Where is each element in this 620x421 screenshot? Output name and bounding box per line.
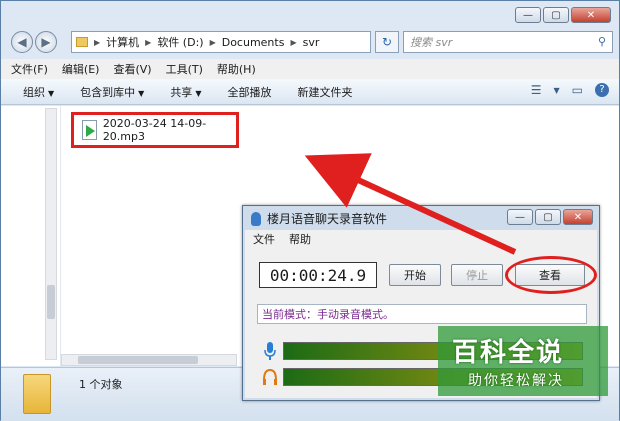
headphones-icon bbox=[263, 368, 277, 385]
maximize-button[interactable]: ▢ bbox=[543, 7, 569, 23]
microphone-icon bbox=[264, 342, 276, 360]
watermark-subtitle: 助你轻松解决 bbox=[468, 373, 564, 389]
file-name: 2020-03-24 14-09-20.mp3 bbox=[102, 117, 207, 143]
chevron-down-icon[interactable]: ▼ bbox=[554, 86, 560, 95]
new-folder-button[interactable]: 新建文件夹 bbox=[297, 84, 352, 100]
mode-status: 当前模式：手动录音模式。 bbox=[257, 304, 587, 324]
chevron-right-icon: ▶ bbox=[94, 37, 101, 47]
recorder-window-controls: — ▢ ✕ bbox=[507, 209, 593, 225]
preview-pane-icon[interactable]: ▭ bbox=[572, 83, 583, 97]
recorder-menu-help[interactable]: 帮助 bbox=[289, 231, 311, 247]
breadcrumb-drive[interactable]: 软件 (D:) bbox=[157, 34, 203, 50]
organize-button[interactable]: 组织 ▼ bbox=[23, 84, 54, 100]
back-arrow-icon: ◀ bbox=[17, 35, 27, 49]
folder-icon bbox=[23, 374, 51, 414]
view-options-icon[interactable]: ☰ bbox=[531, 83, 542, 97]
menu-bar: 文件(F) 编辑(E) 查看(V) 工具(T) 帮助(H) bbox=[1, 59, 619, 79]
recorder-titlebar: 楼月语音聊天录音软件 bbox=[251, 210, 387, 227]
audio-file-icon bbox=[82, 120, 97, 140]
recorder-menu-file[interactable]: 文件 bbox=[253, 231, 275, 247]
back-button[interactable]: ◀ bbox=[11, 31, 33, 53]
refresh-button[interactable]: ↻ bbox=[375, 31, 399, 53]
microphone-icon bbox=[251, 211, 261, 226]
file-item-mp3[interactable]: 2020-03-24 14-09-20.mp3 bbox=[71, 112, 239, 148]
minimize-button[interactable]: — bbox=[515, 7, 541, 23]
chevron-right-icon: ▶ bbox=[145, 37, 152, 47]
play-all-button[interactable]: 全部播放 bbox=[227, 84, 271, 100]
scrollbar-thumb[interactable] bbox=[47, 285, 55, 319]
watermark-title: 百科全说 bbox=[452, 338, 565, 368]
start-button[interactable]: 开始 bbox=[389, 264, 441, 286]
recorder-menu-bar: 文件 帮助 bbox=[245, 230, 597, 248]
help-icon[interactable]: ? bbox=[595, 83, 609, 97]
chevron-down-icon: ▼ bbox=[138, 88, 145, 98]
folder-icon bbox=[76, 37, 88, 47]
menu-tools[interactable]: 工具(T) bbox=[166, 61, 203, 77]
breadcrumb-documents[interactable]: Documents bbox=[222, 36, 285, 49]
vertical-scrollbar[interactable] bbox=[45, 108, 57, 360]
chevron-down-icon: ▼ bbox=[195, 88, 202, 98]
view-controls: ☰ ▼ ▭ ? bbox=[531, 83, 609, 97]
close-button[interactable]: ✕ bbox=[571, 7, 611, 23]
chevron-down-icon: ▼ bbox=[48, 88, 55, 98]
share-button[interactable]: 共享 ▼ bbox=[170, 84, 201, 100]
horizontal-scrollbar[interactable] bbox=[61, 354, 237, 366]
explorer-window-controls: — ▢ ✕ bbox=[515, 7, 611, 23]
watermark: 百科全说 助你轻松解决 bbox=[438, 326, 608, 396]
item-count: 1 个对象 bbox=[79, 378, 123, 391]
navigation-bar: ◀ ▶ ▶ 计算机 ▶ 软件 (D:) ▶ Documents ▶ svr ↻ … bbox=[1, 27, 619, 57]
menu-file[interactable]: 文件(F) bbox=[11, 61, 48, 77]
menu-view[interactable]: 查看(V) bbox=[113, 61, 151, 77]
minimize-button[interactable]: — bbox=[507, 209, 533, 225]
menu-help[interactable]: 帮助(H) bbox=[217, 61, 256, 77]
recording-timer: 00:00:24.9 bbox=[259, 262, 377, 288]
search-placeholder: 搜索 svr bbox=[410, 36, 453, 49]
address-bar[interactable]: ▶ 计算机 ▶ 软件 (D:) ▶ Documents ▶ svr bbox=[71, 31, 371, 53]
close-button[interactable]: ✕ bbox=[563, 209, 593, 225]
refresh-icon: ↻ bbox=[381, 35, 393, 49]
forward-arrow-icon: ▶ bbox=[41, 35, 51, 49]
maximize-button[interactable]: ▢ bbox=[535, 209, 561, 225]
command-toolbar: 组织 ▼ 包含到库中 ▼ 共享 ▼ 全部播放 新建文件夹 ☰ ▼ ▭ ? bbox=[1, 79, 619, 105]
include-in-library-button[interactable]: 包含到库中 ▼ bbox=[80, 84, 144, 100]
search-input[interactable]: 搜索 svr ⚲ bbox=[403, 31, 613, 53]
scrollbar-thumb[interactable] bbox=[78, 356, 198, 364]
chevron-right-icon: ▶ bbox=[290, 37, 297, 47]
search-icon[interactable]: ⚲ bbox=[598, 35, 606, 48]
breadcrumb-svr[interactable]: svr bbox=[303, 36, 320, 49]
recorder-title: 楼月语音聊天录音软件 bbox=[267, 212, 388, 226]
stop-button[interactable]: 停止 bbox=[451, 264, 503, 286]
chevron-right-icon: ▶ bbox=[209, 37, 216, 47]
breadcrumb-computer[interactable]: 计算机 bbox=[106, 34, 139, 50]
view-button-highlight bbox=[505, 256, 597, 294]
menu-edit[interactable]: 编辑(E) bbox=[62, 61, 100, 77]
forward-button[interactable]: ▶ bbox=[35, 31, 57, 53]
